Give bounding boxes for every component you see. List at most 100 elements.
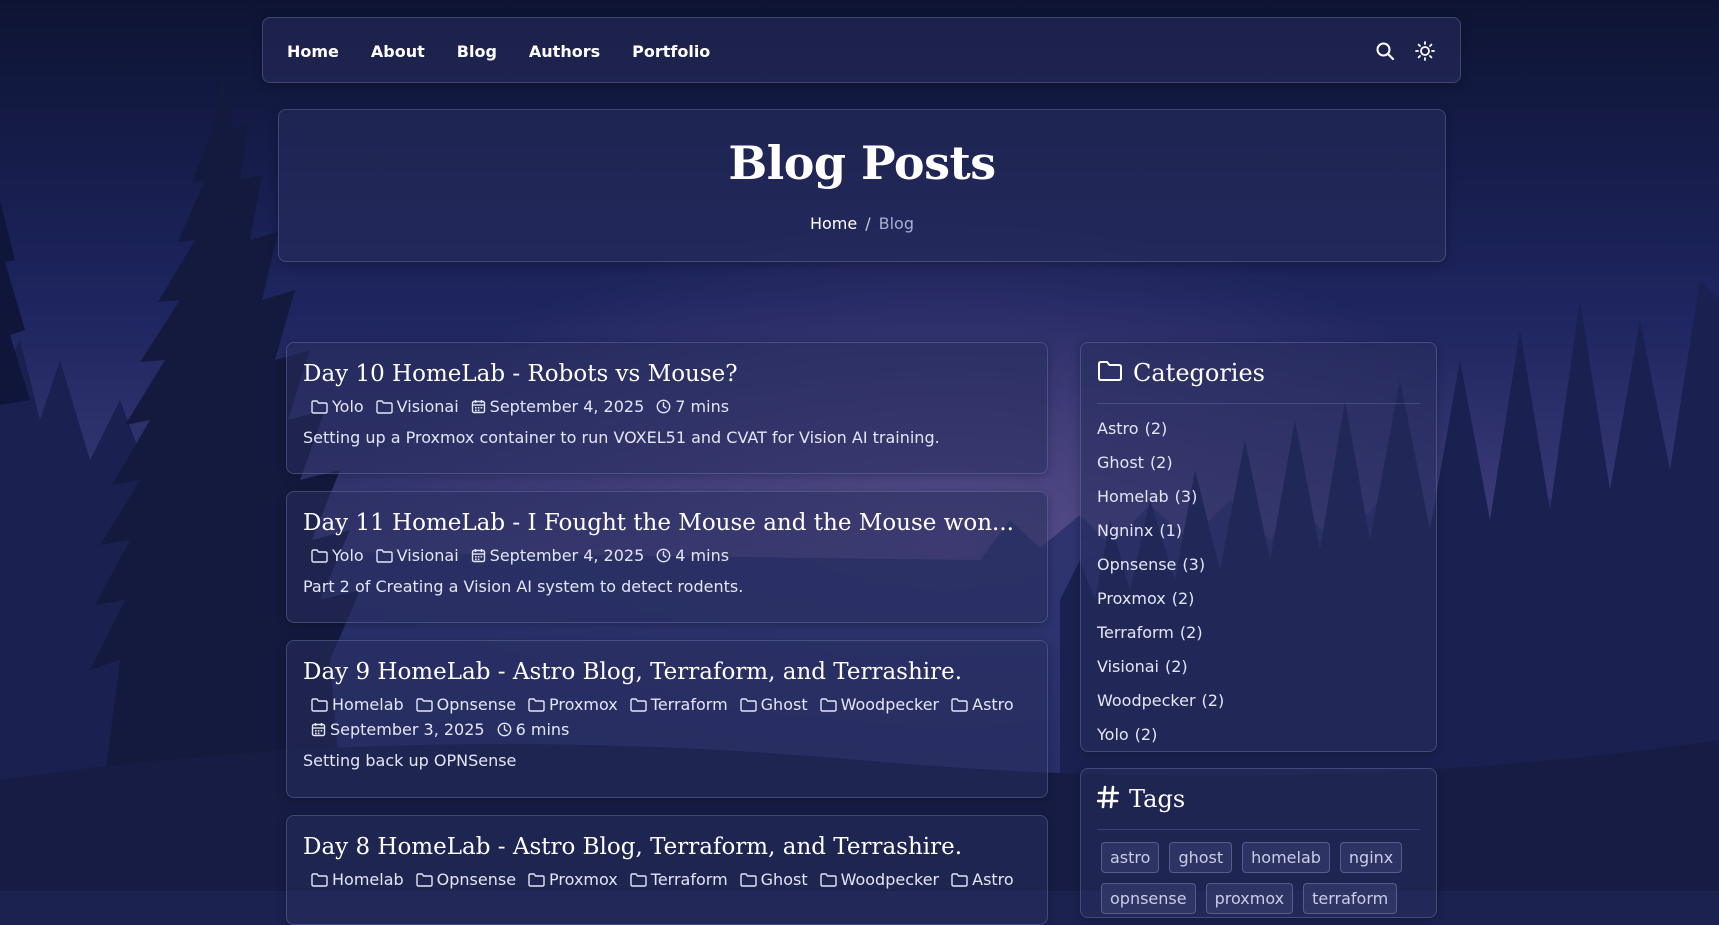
nav-authors-link[interactable]: Authors [529,42,600,61]
tag-chip[interactable]: astro [1101,842,1160,873]
post-category-link[interactable]: Terraform [630,870,728,889]
nav-home-link[interactable]: Home [287,42,339,61]
category-count: (3) [1174,487,1198,506]
nav-about-link[interactable]: About [371,42,425,61]
post-category-link[interactable]: Visionai [375,397,459,416]
categories-title: Categories [1133,359,1265,387]
clock-icon [497,722,512,737]
post-category-link[interactable]: Proxmox [528,695,618,714]
post-meta: Yolo Visionai September 4, 2025 7 mins [303,397,1031,416]
category-name: Terraform [1097,623,1174,642]
folder-icon [311,872,328,887]
tag-chip[interactable]: nginx [1339,842,1403,873]
post-category-link[interactable]: Opnsense [415,695,516,714]
breadcrumb-current: Blog [878,214,914,233]
post-category-label: Yolo [332,397,364,416]
category-link[interactable]: Proxmox (2) [1097,582,1420,616]
category-link[interactable]: Woodpecker (2) [1097,684,1420,718]
post-category-link[interactable]: Homelab [311,695,404,714]
post-category-label: Terraform [650,870,728,889]
post-category-link[interactable]: Visionai [375,546,459,565]
post-category-label: Astro [972,695,1014,714]
post-title[interactable]: Day 10 HomeLab - Robots vs Mouse? [303,359,1031,389]
post-category-link[interactable]: Opnsense [415,870,517,889]
tag-chip[interactable]: opnsense [1101,883,1196,914]
category-name: Yolo [1097,725,1129,744]
post-category-label: Homelab [332,870,404,889]
folder-icon [311,697,328,712]
category-count: (2) [1201,691,1225,710]
post-category-link[interactable]: Proxmox [528,870,618,889]
breadcrumb-home-link[interactable]: Home [810,214,857,233]
post-category-label: Terraform [650,695,728,714]
post-title[interactable]: Day 8 HomeLab - Astro Blog, Terraform, a… [303,832,1031,862]
post-title[interactable]: Day 11 HomeLab - I Fought the Mouse and … [303,508,1031,538]
search-icon[interactable] [1374,40,1396,62]
post-category-label: Opnsense [436,870,517,889]
post-date: September 4, 2025 [471,546,644,565]
folder-icon [375,399,393,414]
post-date: September 3, 2025 [311,720,485,739]
post-category-label: Proxmox [549,695,618,714]
post-card[interactable]: Day 11 HomeLab - I Fought the Mouse and … [286,491,1048,623]
tags-widget: Tags astro ghost homelab nginx opnsense proxm… [1080,768,1437,918]
category-name: Visionai [1097,657,1159,676]
folder-icon [311,399,328,414]
post-date-label: September 4, 2025 [489,397,645,416]
calendar-icon [311,722,326,737]
post-excerpt: Setting back up OPNSense [303,751,517,770]
category-link[interactable]: Ngninx (1) [1097,514,1420,548]
navbar: Home About Blog Authors Portfolio [262,17,1461,83]
tag-chip[interactable]: proxmox [1205,883,1294,914]
calendar-icon [471,399,486,414]
category-link[interactable]: Terraform (2) [1097,616,1420,650]
category-name: Ghost [1097,453,1144,472]
sun-icon[interactable] [1414,40,1436,62]
post-category-link[interactable]: Homelab [311,870,404,889]
folder-icon [819,872,837,887]
post-category-link[interactable]: Woodpecker [819,695,940,714]
clock-icon [656,548,671,563]
post-card[interactable]: Day 9 HomeLab - Astro Blog, Terraform, a… [286,640,1048,798]
calendar-icon [471,548,486,563]
post-meta: Homelab Opnsense Proxmox Terraform Ghost Wood… [303,870,1031,889]
category-link[interactable]: Yolo (2) [1097,718,1420,752]
tag-chip[interactable]: ghost [1169,842,1233,873]
folder-icon [528,697,545,712]
post-category-link[interactable]: Yolo [311,397,364,416]
post-card[interactable]: Day 10 HomeLab - Robots vs Mouse? Yolo Vis… [286,342,1048,474]
post-read-time-label: 7 mins [675,397,730,416]
nav-blog-link[interactable]: Blog [457,42,497,61]
post-category-link[interactable]: Ghost [739,870,808,889]
post-category-link[interactable]: Astro [951,870,1014,889]
category-count: (2) [1165,657,1188,676]
tag-chip[interactable]: homelab [1242,842,1330,873]
tag-chip[interactable]: terraform [1303,883,1398,914]
post-category-link[interactable]: Woodpecker [819,870,940,889]
clock-icon [656,399,671,414]
folder-icon [311,548,328,563]
category-link[interactable]: Opnsense (3) [1097,548,1420,582]
category-link[interactable]: Astro (2) [1097,412,1420,446]
category-link[interactable]: Visionai (2) [1097,650,1420,684]
post-category-link[interactable]: Ghost [739,695,808,714]
breadcrumb-separator: / [865,214,871,233]
post-category-label: Ghost [760,870,808,889]
category-link[interactable]: Ghost (2) [1097,446,1420,480]
category-count: (2) [1134,725,1158,744]
tags-header: Tags [1096,769,1420,830]
nav-portfolio-link[interactable]: Portfolio [632,42,710,61]
post-category-label: Woodpecker [840,870,940,889]
category-count: (1) [1159,521,1182,540]
category-link[interactable]: Homelab (3) [1097,480,1420,514]
post-excerpt: Setting up a Proxmox container to run VO… [303,428,940,447]
post-category-link[interactable]: Terraform [630,695,728,714]
folder-icon [951,872,968,887]
post-excerpt: Part 2 of Creating a Vision AI system to… [303,577,744,596]
post-category-label: Visionai [396,397,459,416]
post-category-link[interactable]: Astro [951,695,1014,714]
post-title[interactable]: Day 9 HomeLab - Astro Blog, Terraform, a… [303,657,1031,687]
post-category-label: Woodpecker [840,695,940,714]
post-card[interactable]: Day 8 HomeLab - Astro Blog, Terraform, a… [286,815,1048,925]
post-category-link[interactable]: Yolo [311,546,364,565]
